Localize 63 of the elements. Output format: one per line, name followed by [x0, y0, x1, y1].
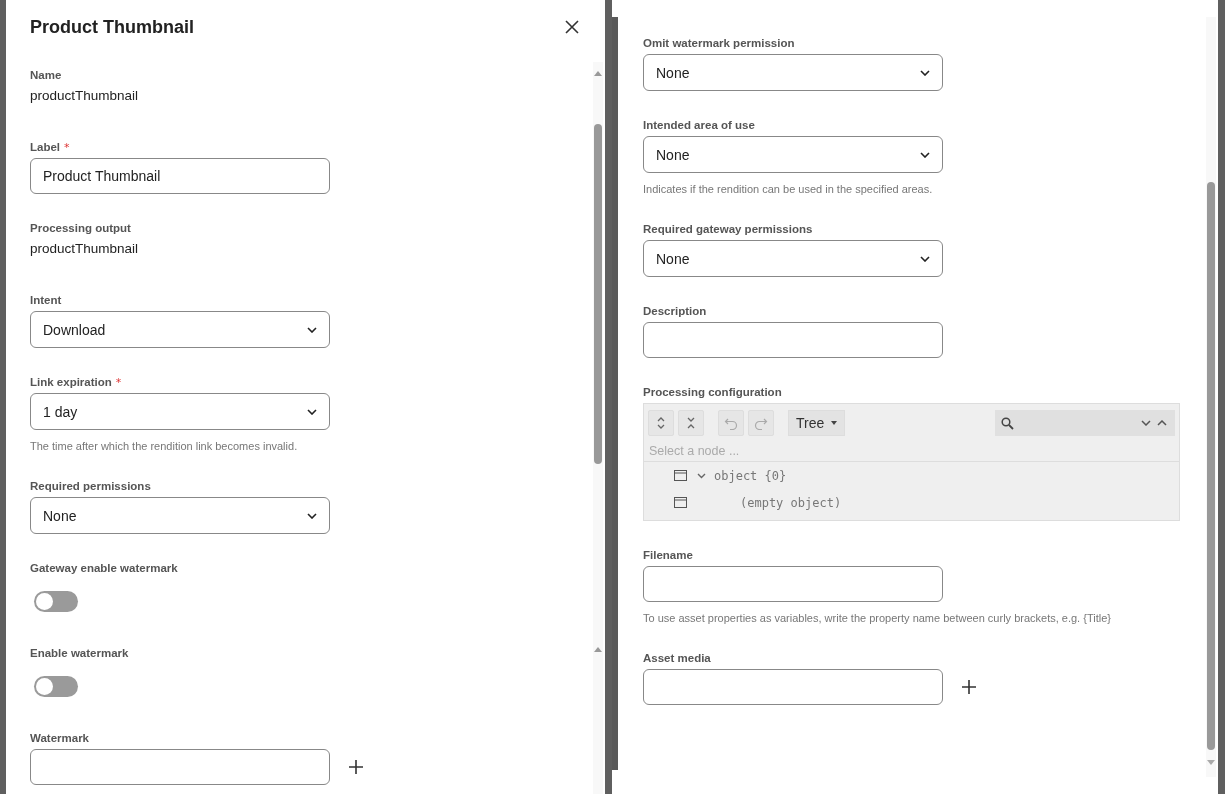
field-label: Enable watermark	[30, 647, 129, 659]
dropdown[interactable]: None	[643, 54, 943, 91]
expand-all-icon[interactable]	[648, 410, 674, 436]
toggle-switch[interactable]	[34, 676, 78, 697]
text-field[interactable]	[643, 566, 943, 602]
previous-result-icon[interactable]	[1157, 420, 1167, 426]
required-mark: *	[115, 375, 122, 389]
chevron-down-icon	[307, 326, 317, 333]
caret-icon	[831, 421, 838, 425]
field-label: Asset media	[643, 652, 711, 664]
row-menu-icon[interactable]	[674, 497, 687, 508]
dropdown[interactable]: Download	[30, 311, 330, 348]
help-text: The time after which the rendition link becomes invalid.	[30, 440, 299, 452]
plus-icon[interactable]	[961, 679, 977, 695]
scrollbar[interactable]	[1206, 17, 1216, 777]
tree-node-text: object {0}	[714, 468, 787, 483]
field-label: Name	[30, 69, 62, 81]
field-label: Link expiration	[30, 376, 112, 388]
collapse-all-icon[interactable]	[678, 410, 704, 436]
field-label: Label	[30, 141, 61, 153]
field-label: Required permissions	[30, 480, 151, 492]
help-text: To use asset properties as variables, write the property name between curly brackets, e.g. {Title}	[643, 612, 1112, 624]
search-field[interactable]	[995, 410, 1175, 436]
mode-dropdown[interactable]: Tree	[788, 410, 846, 436]
chevron-down-icon	[307, 408, 317, 415]
required-mark: *	[64, 140, 70, 154]
field-label: Omit watermark permission	[643, 37, 795, 49]
field-value: productThumbnail	[30, 87, 140, 105]
chevron-down-icon[interactable]	[697, 471, 706, 480]
dropdown[interactable]: None	[30, 497, 330, 534]
undo-icon[interactable]	[718, 410, 744, 436]
field-label: Filename	[643, 549, 693, 561]
search-icon	[1001, 416, 1014, 430]
chevron-down-icon	[920, 69, 930, 76]
text-field[interactable]	[643, 322, 943, 358]
field-label: Gateway enable watermark	[30, 562, 178, 574]
close-icon[interactable]	[565, 20, 579, 34]
field-label: Watermark	[30, 732, 90, 744]
chevron-down-icon	[920, 151, 930, 158]
field-label: Intended area of use	[643, 119, 755, 131]
chevron-down-icon	[307, 512, 317, 519]
next-result-icon[interactable]	[1141, 420, 1151, 426]
tree-node-text: (empty object)	[740, 495, 842, 510]
plus-icon[interactable]	[348, 759, 364, 775]
input-field[interactable]	[643, 669, 943, 705]
dropdown[interactable]: None	[643, 240, 943, 277]
field-label: Processing configuration	[643, 386, 782, 398]
dropdown[interactable]: None	[643, 136, 943, 173]
dropdown[interactable]: 1 day	[30, 393, 330, 430]
input-field[interactable]	[30, 749, 330, 785]
field-label: Intent	[30, 294, 62, 306]
chevron-down-icon	[920, 255, 930, 262]
panel-title: Product Thumbnail	[30, 16, 194, 38]
field-label: Processing output	[30, 222, 131, 234]
redo-icon[interactable]	[748, 410, 774, 436]
row-menu-icon[interactable]	[674, 470, 687, 481]
field-label: Description	[643, 305, 707, 317]
help-text: Indicates if the rendition can be used in the specified areas.	[643, 183, 934, 195]
scrollbar[interactable]	[593, 62, 603, 794]
toggle-switch[interactable]	[34, 591, 78, 612]
text-field[interactable]: Product Thumbnail	[30, 158, 330, 194]
field-value: productThumbnail	[30, 240, 140, 258]
field-label: Required gateway permissions	[643, 223, 813, 235]
